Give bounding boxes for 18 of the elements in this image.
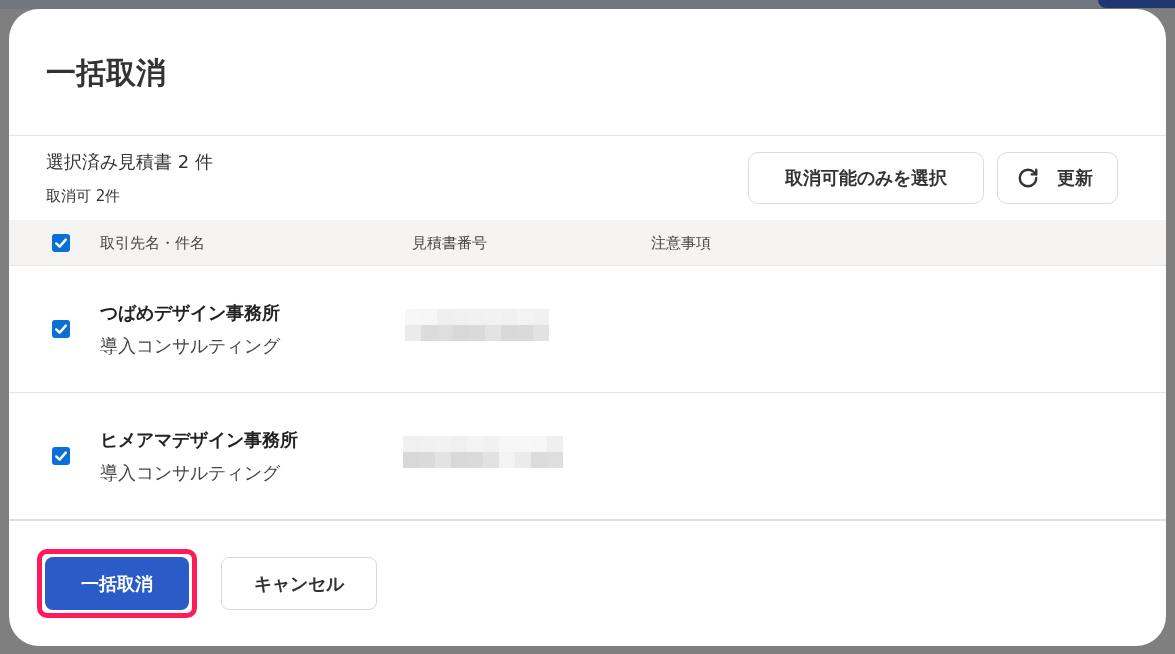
column-header: 注意事項 bbox=[651, 232, 711, 253]
client-name: つばめデザイン事務所 bbox=[100, 301, 280, 325]
refresh-icon bbox=[1017, 167, 1039, 189]
client-name: ヒメアマデザイン事務所 bbox=[100, 428, 298, 452]
checkbox[interactable] bbox=[52, 447, 70, 465]
refresh-button[interactable]: 更新 bbox=[997, 152, 1118, 204]
subject-name: 導入コンサルティング bbox=[100, 461, 280, 485]
dialog-title: 一括取消 bbox=[46, 55, 166, 91]
column-header: 取引先名・件名 bbox=[100, 232, 205, 253]
cancel-button[interactable]: キャンセル bbox=[221, 557, 377, 610]
subject-name: 導入コンサルティング bbox=[100, 334, 280, 358]
column-header: 見積書番号 bbox=[412, 232, 487, 253]
select-cancellable-button[interactable]: 取消可能のみを選択 bbox=[748, 152, 984, 204]
checkbox[interactable] bbox=[52, 320, 70, 338]
cancellable-count-text: 取消可 2件 bbox=[46, 186, 121, 206]
selected-count-text: 選択済み見積書 2 件 bbox=[46, 150, 213, 174]
bulk-cancel-button[interactable]: 一括取消 bbox=[45, 557, 189, 610]
checkbox[interactable] bbox=[52, 233, 70, 252]
